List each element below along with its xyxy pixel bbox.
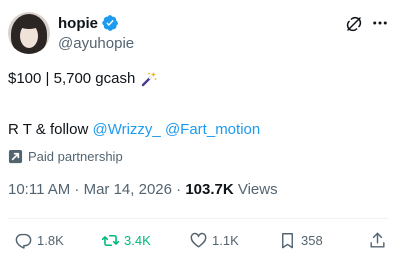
mention-link-fart-motion[interactable]: @Fart_motion	[165, 121, 260, 138]
tweet-meta: 10:11 AM · Mar 14, 2026 · 103.7K Views	[8, 181, 278, 198]
tweet-text-prefix: R T & follow	[8, 121, 93, 138]
tweet-text: $100 | 5,700 gcash	[8, 70, 136, 87]
views-count: 103.7K	[185, 181, 234, 198]
reply-count: 1.8K	[37, 233, 64, 248]
verified-badge-icon[interactable]	[101, 14, 119, 32]
tweet-text-line-1: $100 | 5,700 gcash	[8, 70, 157, 87]
bookmark-icon	[282, 233, 293, 249]
grok-icon[interactable]	[345, 15, 363, 33]
share-button[interactable]	[368, 231, 387, 250]
tweet-text-line-2: R T & follow @Wrizzy_ @Fart_motion	[8, 121, 260, 138]
like-count: 1.1K	[212, 233, 239, 248]
action-bar: 1.8K 3.4K 1.1K 358	[0, 228, 397, 254]
views-label: Views	[233, 181, 278, 198]
paid-partnership-icon	[8, 149, 23, 164]
repost-icon	[101, 234, 120, 247]
share-icon	[370, 232, 385, 248]
mention-link-wrizzy[interactable]: @Wrizzy_	[92, 121, 160, 138]
bookmark-count: 358	[301, 233, 323, 248]
paid-partnership-label[interactable]: Paid partnership	[8, 149, 123, 164]
reply-button[interactable]: 1.8K	[14, 231, 64, 250]
paid-partnership-text: Paid partnership	[28, 149, 123, 164]
author-name-row: hopie	[58, 13, 119, 33]
avatar[interactable]	[8, 12, 50, 54]
like-button[interactable]: 1.1K	[189, 231, 239, 250]
like-icon	[190, 232, 207, 248]
tweet-card: hopie @ayuhopie $100 | 5,700 gcash R T &…	[0, 0, 397, 254]
timestamp[interactable]: 10:11 AM · Mar 14, 2026 ·	[8, 181, 185, 198]
more-icon[interactable]	[371, 14, 389, 32]
repost-button[interactable]: 3.4K	[101, 231, 151, 250]
repost-count: 3.4K	[124, 233, 151, 248]
display-name[interactable]: hopie	[58, 15, 98, 32]
magic-wand-emoji-icon	[141, 71, 157, 87]
reply-icon	[15, 233, 32, 249]
bookmark-button[interactable]: 358	[278, 231, 323, 250]
author-handle[interactable]: @ayuhopie	[58, 35, 134, 52]
divider	[8, 218, 389, 219]
